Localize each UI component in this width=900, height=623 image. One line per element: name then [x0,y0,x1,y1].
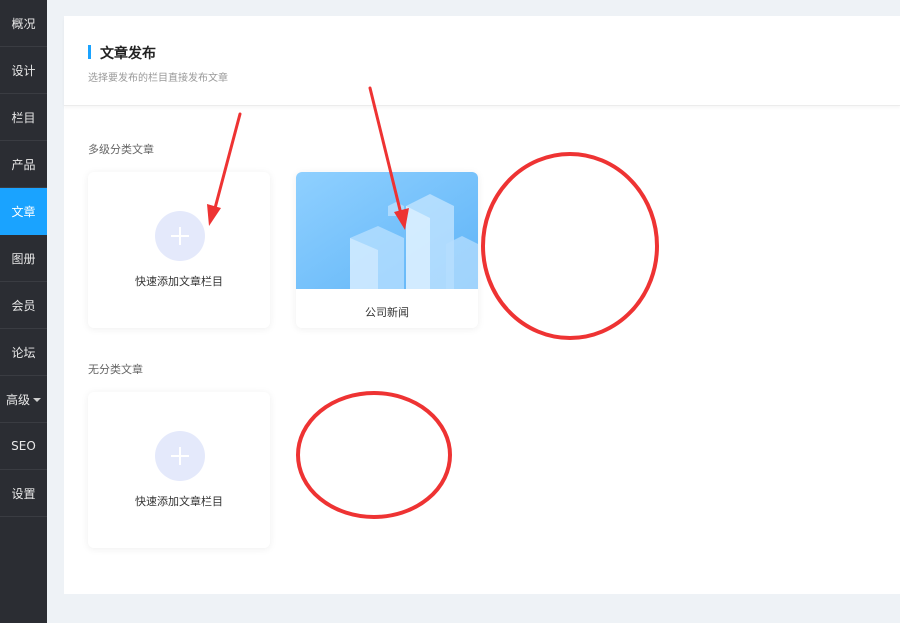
nav-label: 概况 [11,16,36,31]
nav-item-advanced[interactable]: 高级 [0,376,47,423]
page-title: 文章发布 [100,46,156,62]
nav-label: 文章 [11,204,36,219]
page-header: 文章发布 选择要发布的栏目直接发布文章 [64,16,900,106]
nav-item-albums[interactable]: 图册 [0,235,47,282]
nav-label: 论坛 [11,345,36,360]
nav-label: 栏目 [11,110,36,125]
section-label-uncategorized: 无分类文章 [88,363,143,376]
title-accent-bar [88,45,91,59]
add-column-card-multilevel[interactable]: 快速添加文章栏目 [88,172,270,328]
plus-icon [155,431,205,481]
nav-item-overview[interactable]: 概况 [0,0,47,47]
nav-label: SEO [11,439,36,453]
add-column-label: 快速添加文章栏目 [135,495,223,508]
caret-down-icon [33,398,41,402]
content-panel: 文章发布 选择要发布的栏目直接发布文章 多级分类文章 快速添加文章栏目 公司新闻… [64,16,900,594]
nav-item-articles[interactable]: 文章 [0,188,47,235]
column-cover-image [296,172,478,289]
nav-item-members[interactable]: 会员 [0,282,47,329]
nav-item-settings[interactable]: 设置 [0,470,47,517]
nav-label: 图册 [11,251,36,266]
add-column-label: 快速添加文章栏目 [135,275,223,288]
column-card-company-news[interactable]: 公司新闻 [296,172,478,328]
nav-item-products[interactable]: 产品 [0,141,47,188]
page-subtitle: 选择要发布的栏目直接发布文章 [88,73,228,84]
nav-label: 高级 [5,392,30,407]
sidebar: 概况 设计 栏目 产品 文章 图册 会员 论坛 高级 SEO 设置 [0,0,47,623]
nav-item-columns[interactable]: 栏目 [0,94,47,141]
column-label: 公司新闻 [365,306,409,319]
nav-item-design[interactable]: 设计 [0,47,47,94]
nav-label: 会员 [11,298,36,313]
nav-item-forum[interactable]: 论坛 [0,329,47,376]
nav-label: 设置 [11,486,36,501]
nav-label: 产品 [11,157,36,172]
add-column-card-uncategorized[interactable]: 快速添加文章栏目 [88,392,270,548]
section-label-multilevel: 多级分类文章 [88,143,154,156]
nav-label: 设计 [11,63,36,78]
nav-item-seo[interactable]: SEO [0,423,47,470]
plus-icon [155,211,205,261]
